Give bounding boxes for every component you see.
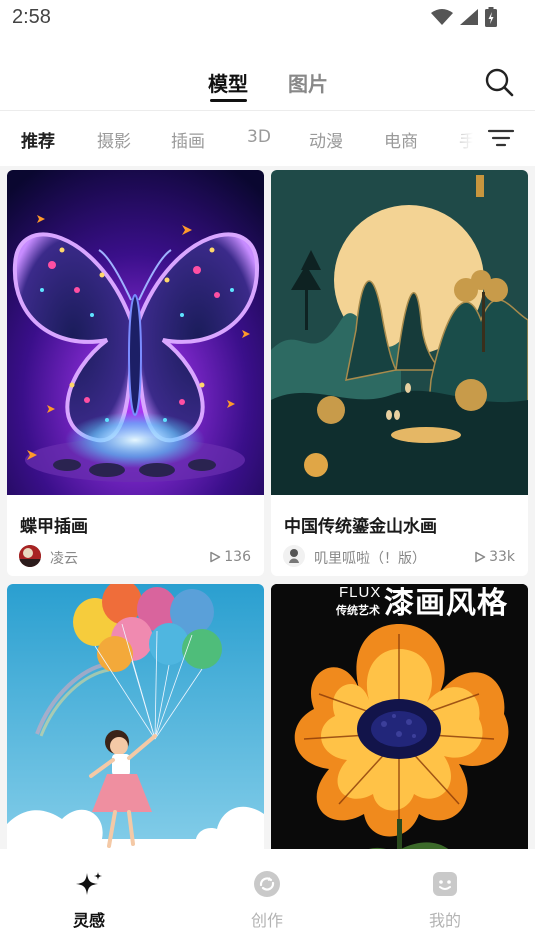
author-name: 凌云 — [50, 551, 78, 567]
create-icon — [254, 871, 280, 897]
battery-icon — [485, 7, 497, 27]
status-time: 2:58 — [12, 6, 51, 28]
search-icon[interactable] — [484, 67, 514, 97]
author-name: 叽里呱啦（！版） — [314, 551, 426, 567]
category-anime[interactable]: 动漫 — [309, 127, 343, 152]
model-card[interactable]: 中国传统鎏金山水画 叽里呱啦（！版） 33k — [271, 170, 528, 576]
profile-icon — [433, 872, 457, 896]
status-bar: 2:58 — [0, 0, 535, 38]
overlay-tag: FLUX — [339, 584, 382, 601]
tab-images[interactable]: 图片 — [288, 68, 328, 97]
category-fade — [445, 111, 485, 166]
nav-create[interactable]: 创作 — [222, 869, 312, 931]
play-icon — [475, 551, 486, 563]
model-card[interactable]: FLUX 传统艺术 漆画风格 — [271, 584, 528, 849]
wifi-icon — [431, 9, 453, 25]
nav-label: 创作 — [250, 911, 283, 930]
model-card[interactable]: 蝶甲插画 凌云 136 — [7, 170, 264, 576]
nav-label: 我的 — [428, 911, 461, 930]
play-count-value: 33k — [489, 549, 515, 565]
category-recommended[interactable]: 推荐 — [21, 127, 55, 152]
overlay-title: 漆画风格 — [384, 586, 508, 621]
card-image — [271, 584, 528, 849]
sparkle-icon — [76, 872, 102, 895]
category-photography[interactable]: 摄影 — [97, 127, 131, 152]
bottom-nav: 灵感 创作 我的 — [0, 849, 535, 951]
nav-label: 灵感 — [72, 911, 105, 930]
card-image — [7, 170, 264, 495]
card-title: 蝶甲插画 — [20, 517, 88, 537]
play-count: 136 — [209, 549, 251, 565]
category-bar: 推荐 摄影 插画 3D 动漫 电商 手 — [0, 111, 535, 166]
top-tabs: 模型 图片 — [0, 58, 535, 110]
tab-models[interactable]: 模型 — [208, 68, 248, 97]
category-3d[interactable]: 3D — [247, 127, 271, 147]
play-count-value: 136 — [224, 549, 251, 565]
card-image — [7, 584, 264, 849]
active-tab-indicator — [210, 99, 247, 102]
overlay-subtitle: 传统艺术 — [336, 604, 380, 617]
play-icon — [210, 551, 221, 563]
model-card[interactable] — [7, 584, 264, 849]
author-avatar — [283, 545, 305, 567]
card-title: 中国传统鎏金山水画 — [284, 517, 437, 537]
play-count: 33k — [474, 549, 515, 565]
signal-icon — [460, 9, 478, 25]
model-feed: 蝶甲插画 凌云 136 中国传统鎏金山水画 叽里呱啦（！版） 33k FLUX … — [0, 166, 535, 849]
status-icons — [431, 7, 497, 27]
category-illustration[interactable]: 插画 — [171, 127, 205, 152]
card-image — [271, 170, 528, 495]
nav-inspiration[interactable]: 灵感 — [44, 869, 134, 931]
nav-profile[interactable]: 我的 — [400, 869, 490, 931]
filter-icon[interactable] — [486, 125, 516, 151]
category-ecommerce[interactable]: 电商 — [384, 127, 418, 152]
author-avatar — [19, 545, 41, 567]
